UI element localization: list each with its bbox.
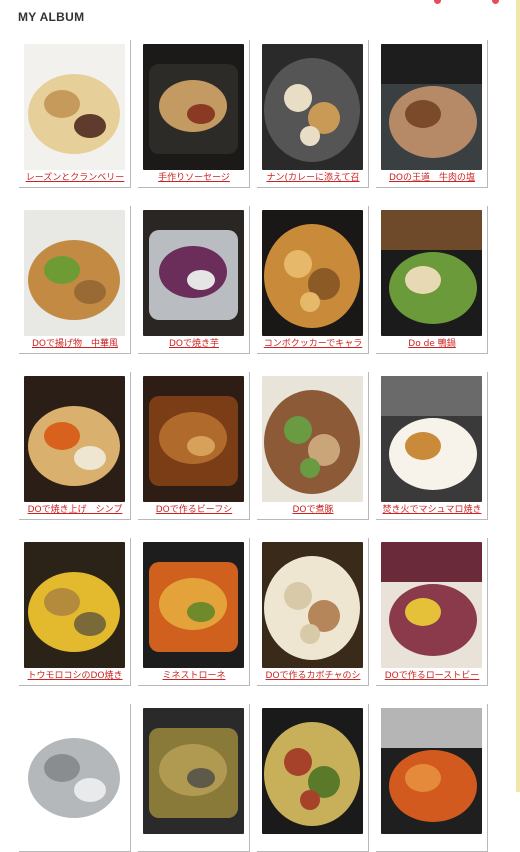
fried-chicken-photo-icon[interactable] [24, 210, 125, 336]
minestrone-photo-icon[interactable] [143, 542, 244, 668]
album-item[interactable] [376, 704, 488, 852]
album-title: MY ALBUM [18, 10, 85, 24]
album-item[interactable]: DOの王道 牛肉の塩 [376, 40, 488, 188]
album-item-caption-link[interactable]: DOで揚げ物 中華風 [22, 338, 128, 350]
album-item[interactable]: DOで作るカボチャのシ [257, 538, 369, 686]
album-item[interactable] [138, 704, 250, 852]
album-item-caption-link[interactable]: レーズンとクランベリー [22, 172, 128, 184]
naan-photo-icon[interactable] [262, 44, 363, 170]
album-item[interactable]: Do de 鴨鍋 [376, 206, 488, 354]
sweet-potato-photo-icon[interactable] [143, 210, 244, 336]
popcorn-photo-icon[interactable] [262, 210, 363, 336]
marshmallow-photo-icon[interactable] [381, 376, 482, 502]
album-item[interactable]: DOで焼き芋 [138, 206, 250, 354]
sausage-photo-icon[interactable] [143, 44, 244, 170]
album-item-caption-link[interactable]: ミネストローネ [141, 670, 247, 682]
album-item[interactable]: ミネストローネ [138, 538, 250, 686]
grilled-fish-photo-icon[interactable] [143, 708, 244, 834]
page-right-border [516, 0, 520, 792]
album-item[interactable]: トウモロコシのDO焼き [19, 538, 131, 686]
duck-hotpot-photo-icon[interactable] [381, 210, 482, 336]
album-item-caption-link[interactable]: トウモロコシのDO焼き [22, 670, 128, 682]
album-item-caption-link[interactable]: コンボクッカーでキャラ [260, 338, 366, 350]
measuring-spoons-photo-icon[interactable] [24, 708, 125, 834]
roast-beef-slices-photo-icon[interactable] [381, 542, 482, 668]
album-item[interactable] [19, 704, 131, 852]
album-item-caption-link[interactable]: DOで作るカボチャのシ [260, 670, 366, 682]
album-item[interactable]: DOで揚げ物 中華風 [19, 206, 131, 354]
album-item[interactable]: ナン(カレーに添えて召 [257, 40, 369, 188]
album-item[interactable]: DOで作るビーフシ [138, 372, 250, 520]
roast-chicken-photo-icon[interactable] [24, 376, 125, 502]
pizza-photo-icon[interactable] [262, 708, 363, 834]
album-item-caption-link[interactable]: DOで煮豚 [260, 504, 366, 516]
album-item-caption-link[interactable]: DOで焼き上げ シンプ [22, 504, 128, 516]
album-item[interactable]: DOで焼き上げ シンプ [19, 372, 131, 520]
album-item-caption-link[interactable]: ナン(カレーに添えて召 [260, 172, 366, 184]
album-item-caption-link[interactable]: 焚き火でマシュマロ焼き [379, 504, 485, 516]
album-item-caption-link[interactable]: DOで作るビーフシ [141, 504, 247, 516]
corn-photo-icon[interactable] [24, 542, 125, 668]
album-item[interactable]: 手作りソーセージ [138, 40, 250, 188]
album-item-caption-link[interactable]: DOで作るローストビー [379, 670, 485, 682]
album-item[interactable]: DOで煮豚 [257, 372, 369, 520]
album-item[interactable]: レーズンとクランベリー [19, 40, 131, 188]
album-item[interactable] [257, 704, 369, 852]
beef-stew-photo-icon[interactable] [143, 376, 244, 502]
roast-beef-photo-icon[interactable] [381, 44, 482, 170]
scones-photo-icon[interactable] [24, 44, 125, 170]
album-item-caption-link[interactable]: DOの王道 牛肉の塩 [379, 172, 485, 184]
album-item-caption-link[interactable]: Do de 鴨鍋 [379, 338, 485, 350]
shrimp-pot-photo-icon[interactable] [381, 708, 482, 834]
album-item-caption-link[interactable]: 手作りソーセージ [141, 172, 247, 184]
braised-pork-photo-icon[interactable] [262, 376, 363, 502]
decorative-dots [420, 0, 510, 4]
pumpkin-soup-photo-icon[interactable] [262, 542, 363, 668]
album-item[interactable]: 焚き火でマシュマロ焼き [376, 372, 488, 520]
album-item[interactable]: コンボクッカーでキャラ [257, 206, 369, 354]
album-item[interactable]: DOで作るローストビー [376, 538, 488, 686]
album-item-caption-link[interactable]: DOで焼き芋 [141, 338, 247, 350]
